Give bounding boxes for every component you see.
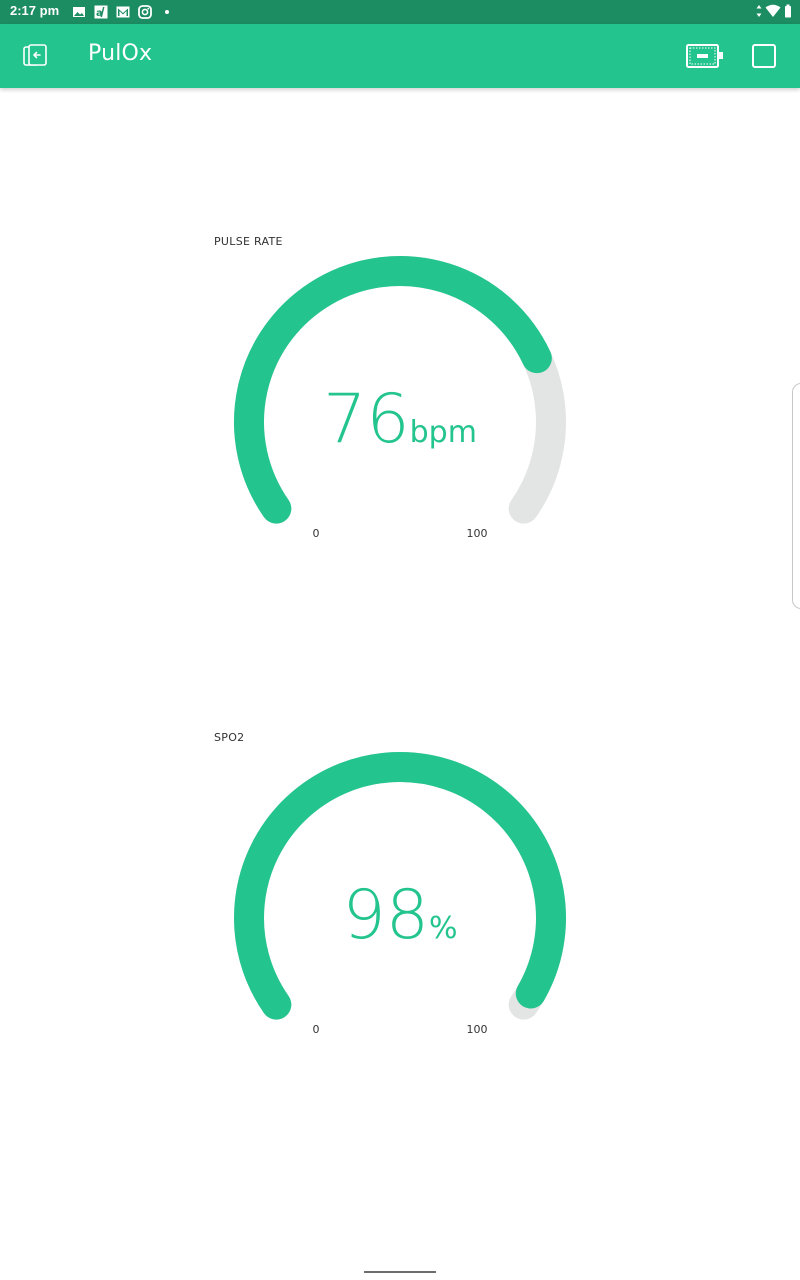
- gmail-icon: [116, 6, 130, 18]
- gauge-value-text: 76bpm: [323, 380, 477, 459]
- app-bar: PulOx: [0, 24, 800, 88]
- app-title: PulOx: [88, 41, 153, 66]
- pulse-rate-gauge: 76bpm 0 100: [234, 256, 566, 540]
- gauge-min-label: 0: [313, 527, 320, 540]
- dot-icon: [165, 10, 169, 14]
- pulse-rate-unit: bpm: [410, 415, 477, 450]
- spo2-unit: %: [429, 911, 458, 946]
- system-icons: [756, 4, 792, 18]
- spo2-value: 98: [342, 876, 429, 955]
- pulse-rate-value: 76: [323, 380, 410, 459]
- device-icon[interactable]: [686, 42, 726, 70]
- gauge-min-label: 0: [313, 1023, 320, 1036]
- home-indicator: [364, 1271, 436, 1273]
- battery-icon: [785, 4, 791, 18]
- status-bar: 2:17 pm a: [0, 0, 800, 24]
- instagram-icon: [138, 5, 152, 19]
- app-icon: a: [94, 5, 108, 19]
- gauge-max-label: 100: [467, 527, 488, 540]
- gauge-value-text: 98%: [342, 876, 457, 955]
- wifi-icon: [765, 4, 781, 17]
- square-icon[interactable]: [750, 42, 778, 70]
- status-time: 2:17 pm: [10, 3, 60, 18]
- data-arrows-icon: [756, 5, 762, 17]
- side-panel-handle[interactable]: [792, 383, 800, 609]
- notification-icons: a: [72, 4, 174, 20]
- gauge-max-label: 100: [467, 1023, 488, 1036]
- exit-icon[interactable]: [22, 42, 50, 70]
- spo2-gauge: 98% 0 100: [234, 752, 566, 1036]
- image-icon: [73, 7, 85, 17]
